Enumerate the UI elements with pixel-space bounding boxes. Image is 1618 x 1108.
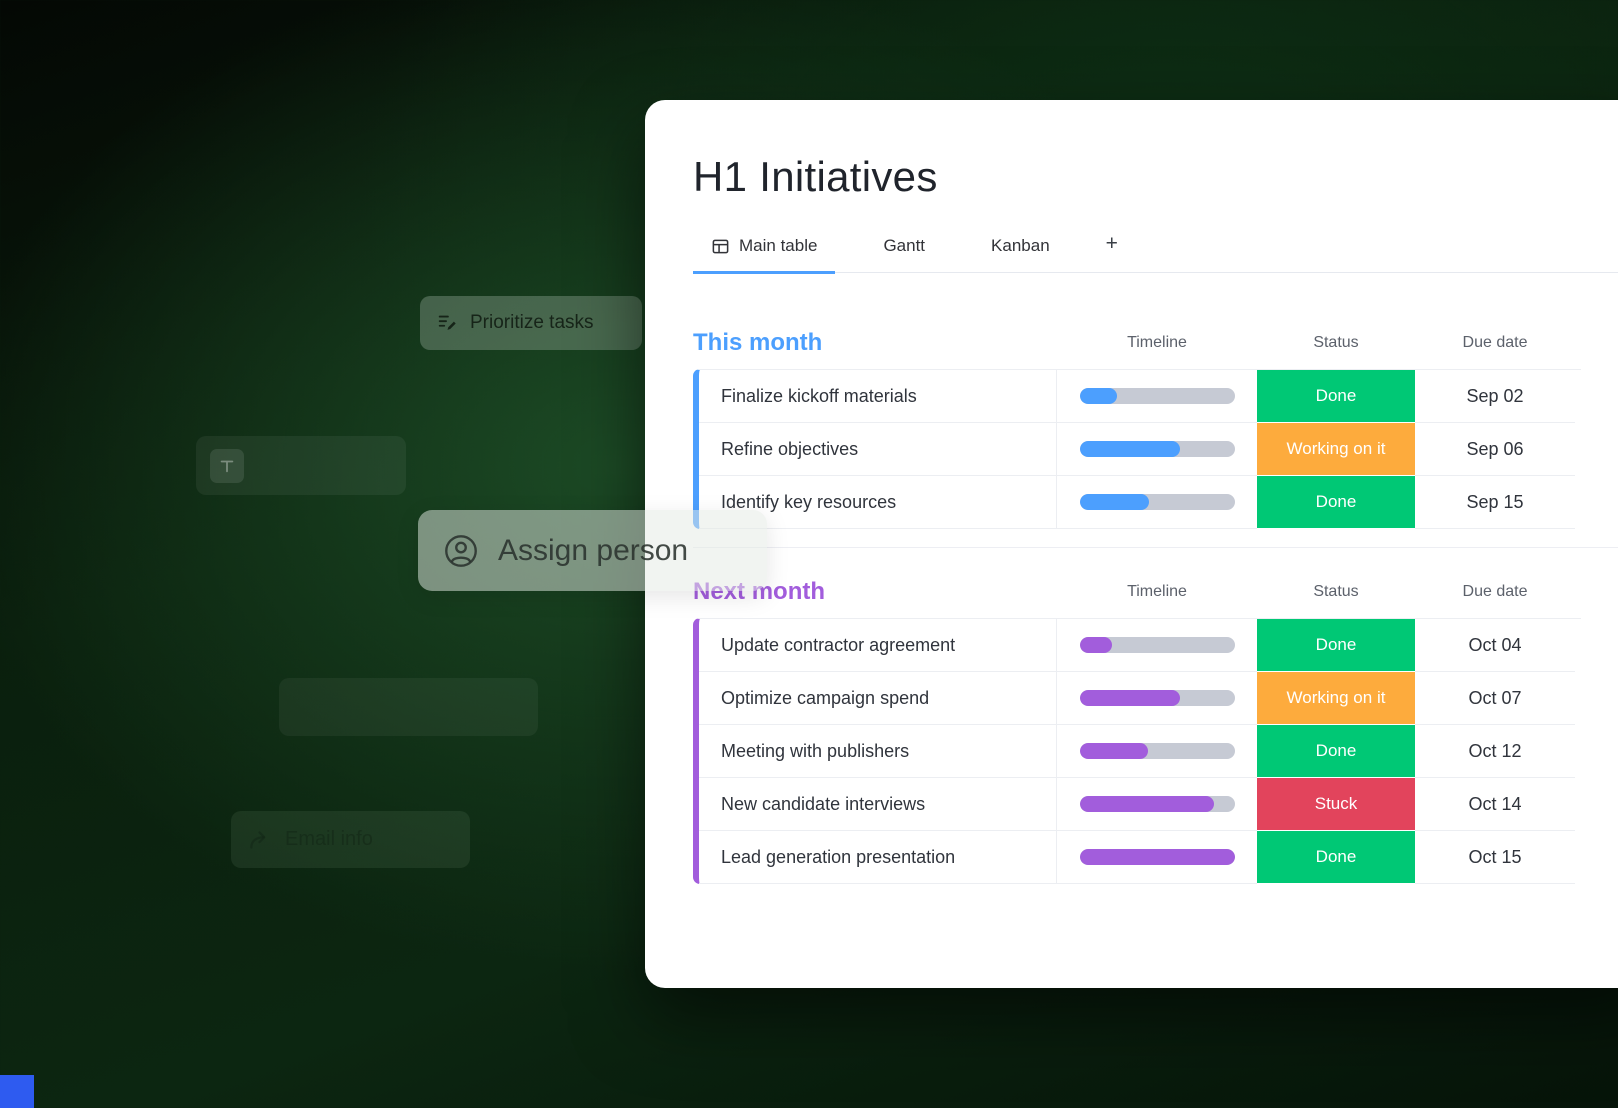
task-name[interactable]: Optimize campaign spend <box>699 672 1057 725</box>
text-tool-icon <box>210 449 244 483</box>
timeline-cell[interactable] <box>1057 725 1257 778</box>
status-badge[interactable]: Working on it <box>1257 423 1415 476</box>
status-badge[interactable]: Working on it <box>1257 672 1415 725</box>
ghost-text-button[interactable] <box>196 436 406 495</box>
group-table: Update contractor agreement Done Oct 04 … <box>693 618 1581 884</box>
tab-bar: Main table Gantt Kanban + <box>693 226 1618 273</box>
tab-main-table[interactable]: Main table <box>693 230 835 274</box>
ghost-email-info-button[interactable]: Email info <box>231 811 470 868</box>
task-name[interactable]: New candidate interviews <box>699 778 1057 831</box>
ghost-assign-label: Assign person <box>498 534 688 568</box>
column-header-due-date: Due date <box>1415 334 1575 352</box>
task-name[interactable]: Lead generation presentation <box>699 831 1057 884</box>
timeline-cell[interactable] <box>1057 370 1257 423</box>
table-row: Update contractor agreement Done Oct 04 <box>699 619 1581 672</box>
prioritize-tasks-icon <box>436 312 458 334</box>
person-circle-icon <box>442 532 480 570</box>
task-name[interactable]: Update contractor agreement <box>699 619 1057 672</box>
timeline-cell[interactable] <box>1057 778 1257 831</box>
due-date[interactable]: Oct 15 <box>1415 831 1575 884</box>
column-header-status: Status <box>1257 334 1415 352</box>
ghost-placeholder-box <box>279 678 538 736</box>
ghost-assign-person-card[interactable]: Assign person <box>418 510 767 591</box>
table-row: Finalize kickoff materials Done Sep 02 <box>699 370 1581 423</box>
column-header-status: Status <box>1257 583 1415 601</box>
group-section-this-month: This month Timeline Status Due date Fina… <box>693 329 1618 548</box>
table-row: Meeting with publishers Done Oct 12 <box>699 725 1581 778</box>
board-card: H1 Initiatives Main table Gantt Kanban +… <box>645 100 1618 988</box>
column-header-timeline: Timeline <box>1057 334 1257 352</box>
progress-fill <box>1080 441 1181 457</box>
group-header: Next month Timeline Status Due date <box>693 578 1618 606</box>
group-section-next-month: Next month Timeline Status Due date Upda… <box>693 578 1618 884</box>
page-title: H1 Initiatives <box>693 154 1618 200</box>
progress-fill <box>1080 690 1181 706</box>
progress-track <box>1080 441 1235 457</box>
timeline-cell[interactable] <box>1057 423 1257 476</box>
task-name[interactable]: Meeting with publishers <box>699 725 1057 778</box>
table-row: Identify key resources Done Sep 15 <box>699 476 1581 529</box>
tab-gantt[interactable]: Gantt <box>865 230 943 274</box>
status-badge[interactable]: Done <box>1257 370 1415 423</box>
ghost-prioritize-tasks-button[interactable]: Prioritize tasks <box>420 296 642 350</box>
status-badge[interactable]: Done <box>1257 476 1415 529</box>
table-row: New candidate interviews Stuck Oct 14 <box>699 778 1581 831</box>
timeline-cell[interactable] <box>1057 672 1257 725</box>
status-badge[interactable]: Done <box>1257 619 1415 672</box>
due-date[interactable]: Sep 06 <box>1415 423 1575 476</box>
ghost-email-label: Email info <box>285 828 373 851</box>
group-header: This month Timeline Status Due date <box>693 329 1618 357</box>
table-row: Optimize campaign spend Working on it Oc… <box>699 672 1581 725</box>
column-header-due-date: Due date <box>1415 583 1575 601</box>
plus-icon: + <box>1106 232 1118 256</box>
progress-track <box>1080 494 1235 510</box>
task-name[interactable]: Finalize kickoff materials <box>699 370 1057 423</box>
progress-fill <box>1080 637 1113 653</box>
due-date[interactable]: Oct 04 <box>1415 619 1575 672</box>
progress-track <box>1080 849 1235 865</box>
due-date[interactable]: Sep 15 <box>1415 476 1575 529</box>
forward-arrow-icon <box>247 827 273 853</box>
section-divider <box>693 547 1618 548</box>
table-icon <box>711 237 730 256</box>
progress-track <box>1080 637 1235 653</box>
due-date[interactable]: Oct 14 <box>1415 778 1575 831</box>
ghost-prioritize-label: Prioritize tasks <box>470 312 594 334</box>
progress-fill <box>1080 743 1148 759</box>
progress-fill <box>1080 849 1235 865</box>
tab-label: Gantt <box>883 236 925 256</box>
column-header-timeline: Timeline <box>1057 583 1257 601</box>
tab-kanban[interactable]: Kanban <box>973 230 1068 274</box>
group-title[interactable]: This month <box>693 329 1057 357</box>
progress-fill <box>1080 388 1117 404</box>
corner-accent-square <box>0 1075 34 1108</box>
progress-track <box>1080 743 1235 759</box>
status-badge[interactable]: Done <box>1257 725 1415 778</box>
tab-label: Main table <box>739 236 817 256</box>
due-date[interactable]: Oct 12 <box>1415 725 1575 778</box>
progress-fill <box>1080 494 1150 510</box>
table-row: Lead generation presentation Done Oct 15 <box>699 831 1581 884</box>
status-badge[interactable]: Stuck <box>1257 778 1415 831</box>
progress-fill <box>1080 796 1215 812</box>
status-badge[interactable]: Done <box>1257 831 1415 884</box>
progress-track <box>1080 796 1235 812</box>
due-date[interactable]: Sep 02 <box>1415 370 1575 423</box>
tab-label: Kanban <box>991 236 1050 256</box>
timeline-cell[interactable] <box>1057 619 1257 672</box>
progress-track <box>1080 690 1235 706</box>
timeline-cell[interactable] <box>1057 831 1257 884</box>
group-table: Finalize kickoff materials Done Sep 02 R… <box>693 369 1581 529</box>
task-name[interactable]: Refine objectives <box>699 423 1057 476</box>
due-date[interactable]: Oct 07 <box>1415 672 1575 725</box>
timeline-cell[interactable] <box>1057 476 1257 529</box>
table-row: Refine objectives Working on it Sep 06 <box>699 423 1581 476</box>
progress-track <box>1080 388 1235 404</box>
add-view-button[interactable]: + <box>1098 226 1126 274</box>
